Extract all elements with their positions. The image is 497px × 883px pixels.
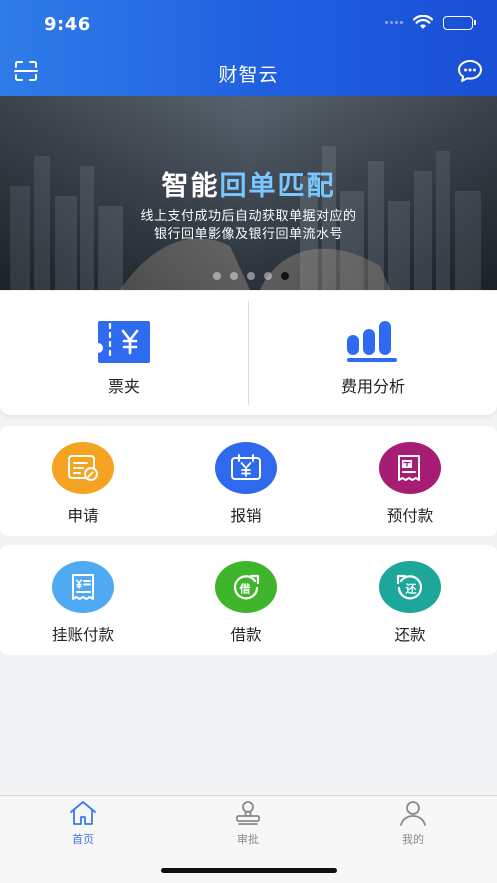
bar-chart-icon <box>347 321 397 362</box>
credit-payment-label: 挂账付款 <box>51 626 114 644</box>
reimburse-button[interactable]: 报销 <box>176 442 316 526</box>
promo-banner[interactable]: 智能回单匹配 线上支付成功后自动获取单据对应的 银行回单影像及银行回单流水号 <box>0 96 497 290</box>
tab-approval[interactable]: 审批 <box>188 800 308 847</box>
borrow-icon: 借 <box>233 574 260 600</box>
banner-title-highlight: 回单匹配 <box>219 171 336 202</box>
carousel-dot[interactable] <box>247 272 255 280</box>
home-indicator <box>161 868 337 873</box>
expense-analysis-label: 费用分析 <box>340 377 405 396</box>
reimburse-label: 报销 <box>230 507 262 525</box>
banner-title: 智能回单匹配 <box>161 171 336 202</box>
repay-button[interactable]: 还 还款 <box>340 561 480 645</box>
borrow-button[interactable]: 借 借款 <box>176 561 316 645</box>
cellular-signal-icon <box>385 21 403 24</box>
tab-home[interactable]: 首页 <box>23 800 143 847</box>
tab-approval-label: 审批 <box>237 833 259 846</box>
svg-text:还: 还 <box>405 582 418 596</box>
apply-label: 申请 <box>67 507 99 525</box>
chat-bubble-icon[interactable] <box>457 59 483 83</box>
prepayment-button[interactable]: 预付款 <box>340 442 480 526</box>
carousel-indicator[interactable] <box>213 272 289 280</box>
repay-label: 还款 <box>394 626 426 644</box>
carousel-dot[interactable] <box>213 272 221 280</box>
home-icon <box>70 801 96 825</box>
carousel-dot-active[interactable] <box>281 272 289 280</box>
tab-profile[interactable]: 我的 <box>353 800 473 847</box>
prepay-receipt-icon <box>398 455 420 481</box>
functions-card-1: 申请 报销 预付款 <box>0 426 497 536</box>
tab-home-label: 首页 <box>72 833 94 846</box>
ticket-yen-icon <box>98 321 150 363</box>
approval-stamp-icon <box>236 801 260 825</box>
repay-icon: 还 <box>396 574 423 600</box>
tab-profile-label: 我的 <box>402 833 424 846</box>
reimburse-calendar-icon <box>231 454 261 480</box>
apply-button[interactable]: 申请 <box>13 442 153 526</box>
borrow-label: 借款 <box>230 626 262 644</box>
apply-form-icon <box>68 455 98 481</box>
ticket-folder-label: 票夹 <box>107 377 140 396</box>
credit-payment-button[interactable]: 挂账付款 <box>13 561 153 645</box>
page-title: 财智云 <box>218 64 279 86</box>
credit-payment-icon <box>72 574 94 600</box>
svg-text:借: 借 <box>239 582 251 596</box>
functions-card-2: 挂账付款 借 借款 还 还款 <box>0 545 497 655</box>
expense-analysis-button[interactable]: 费用分析 <box>249 291 497 415</box>
profile-icon <box>400 801 426 826</box>
banner-subtitle: 线上支付成功后自动获取单据对应的 银行回单影像及银行回单流水号 <box>140 209 357 242</box>
prepayment-label: 预付款 <box>386 507 434 525</box>
wifi-icon <box>413 15 433 29</box>
quick-access-card: 票夹 费用分析 <box>0 291 497 415</box>
ticket-folder-button[interactable]: 票夹 <box>0 291 248 415</box>
app-header: 9:46 财智云 <box>0 0 497 96</box>
status-time: 9:46 <box>44 14 91 35</box>
battery-icon <box>443 15 476 30</box>
status-icons <box>385 15 476 30</box>
carousel-dot[interactable] <box>264 272 272 280</box>
carousel-dot[interactable] <box>230 272 238 280</box>
